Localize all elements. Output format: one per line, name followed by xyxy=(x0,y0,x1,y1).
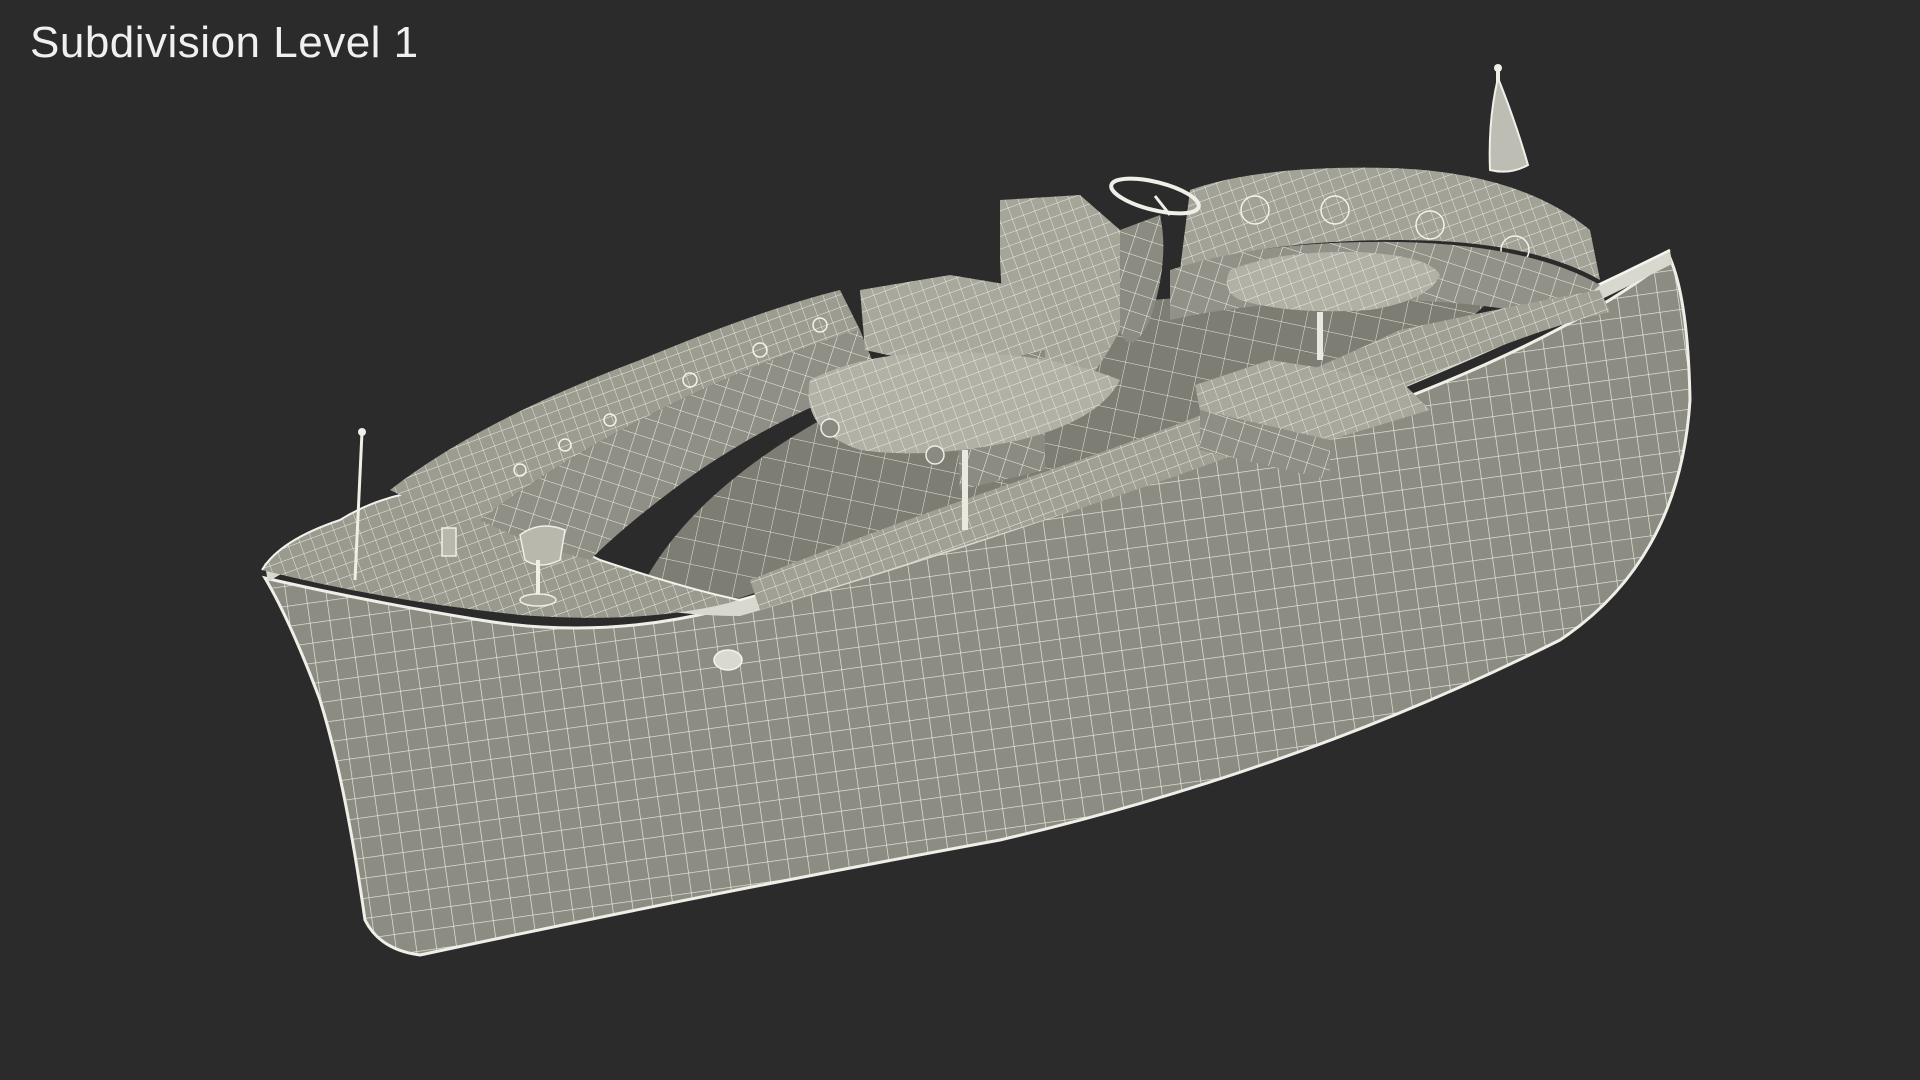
hull-fender xyxy=(713,649,743,671)
boat-wireframe-render xyxy=(261,64,1692,957)
render-viewport: Subdivision Level 1 xyxy=(0,0,1920,1080)
stern-flag xyxy=(1488,64,1530,173)
bow-cleat xyxy=(441,527,457,557)
